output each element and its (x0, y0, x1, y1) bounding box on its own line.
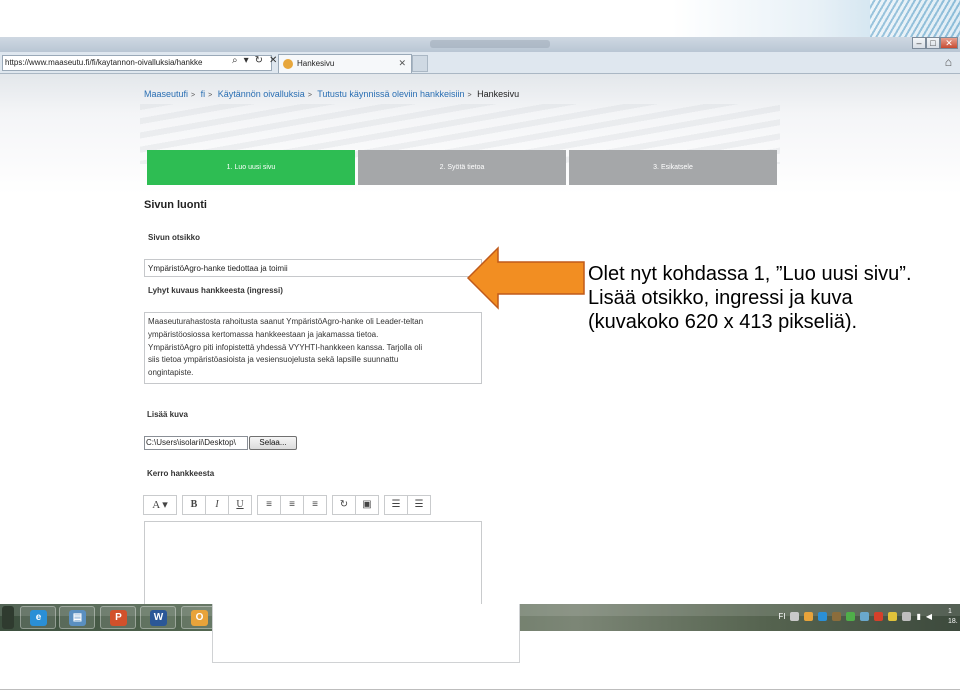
file-path-input[interactable]: C:\Users\isolarii\Desktop\ (144, 436, 248, 450)
ingress-line: ympäristöosiossa kertomassa hankkeestaan… (148, 329, 379, 339)
ingress-textarea[interactable]: Maaseuturahastosta rahoitusta saanut Ymp… (144, 312, 482, 384)
internet-explorer-icon: e (30, 610, 47, 626)
file-explorer-icon: ▤ (69, 610, 86, 626)
editor-lower-area (212, 604, 520, 663)
dropdown-icon[interactable]: ▾ (244, 55, 249, 66)
keyboard-icon[interactable] (790, 612, 800, 621)
outlook-icon: O (191, 610, 208, 626)
ingress-line: siis tietoa ympäristöasioista ja vesiens… (148, 355, 399, 365)
font-menu-button[interactable]: A ▾ (143, 495, 177, 515)
italic-button[interactable]: I (205, 495, 229, 515)
story-editor[interactable] (144, 521, 482, 611)
taskbar-app-file-explorer[interactable]: ▤ (59, 606, 95, 629)
maximize-button[interactable]: □ (926, 37, 940, 49)
window-controls: – □ ✕ (912, 37, 958, 49)
system-tray: FI ▮ ◀ (778, 612, 932, 621)
page-title-input[interactable]: YmpäristöAgro-hanke tiedottaa ja toimii (144, 259, 482, 277)
ingress-line: Maaseuturahastosta rahoitusta saanut Ymp… (148, 317, 424, 326)
clock-date: 18. (948, 618, 958, 625)
start-button[interactable] (2, 606, 14, 629)
file-upload: C:\Users\isolarii\Desktop\ Selaa... (144, 436, 297, 450)
taskbar-app-word[interactable]: W (140, 606, 176, 629)
new-tab-button[interactable] (412, 55, 428, 72)
search-icon[interactable]: ⌕ (232, 55, 238, 66)
taskbar-app-internet-explorer[interactable]: e (20, 606, 56, 629)
slide-footer-line (0, 689, 960, 690)
system-clock[interactable]: 1 18. (948, 607, 960, 627)
volume-icon[interactable]: ◀ (926, 612, 932, 621)
breadcrumb-link[interactable]: Tutustu käynnissä oleviin hankkeisiin (317, 89, 464, 99)
editor-toolbar: A ▾ B I U ≡ ≡ ≡ ↻ ▣ ☰ ☰ (143, 495, 437, 515)
flag-icon[interactable] (888, 612, 898, 621)
breadcrumb-link[interactable]: fi (201, 89, 206, 99)
window-close-button[interactable]: ✕ (940, 37, 958, 49)
align-right-button[interactable]: ≡ (303, 495, 327, 515)
breadcrumb-link[interactable]: Maaseutufi (144, 89, 188, 99)
home-icon[interactable]: ⌂ (945, 55, 952, 69)
bold-button[interactable]: B (182, 495, 206, 515)
battery-icon[interactable] (902, 612, 912, 621)
underline-button[interactable]: U (228, 495, 252, 515)
ingress-label: Lyhyt kuvaus hankkeesta (ingressi) (148, 286, 283, 295)
ingress-line: YmpäristöAgro piti infopistettä yhdessä … (148, 342, 423, 352)
slide: – □ ✕ https://www.maaseutu.fi/fi/kaytann… (0, 0, 960, 694)
callout-text: Olet nyt kohdassa 1, ”Luo uusi sivu”. Li… (588, 263, 912, 333)
tab-title: Hankesivu (297, 59, 335, 68)
align-center-button[interactable]: ≡ (280, 495, 304, 515)
step-enter-info[interactable]: 2. Syötä tietoa (358, 150, 566, 185)
slide-header-decoration (0, 0, 960, 40)
clock-time: 1 (948, 608, 952, 615)
image-label: Lisää kuva (147, 410, 188, 419)
office-icon[interactable] (804, 612, 814, 621)
refresh-icon[interactable]: ↻ (255, 55, 263, 66)
undo-button[interactable]: ↻ (332, 495, 356, 515)
address-bar-actions: ⌕ ▾ ↻ ✕ (232, 55, 277, 66)
insert-image-button[interactable]: ▣ (355, 495, 379, 515)
stop-icon[interactable]: ✕ (269, 55, 277, 66)
title-label: Sivun otsikko (148, 233, 201, 242)
story-label: Kerro hankkeesta (147, 469, 215, 478)
language-indicator[interactable]: FI (778, 612, 785, 621)
taskbar-app-powerpoint[interactable]: P (100, 606, 136, 629)
tray-app-icon[interactable] (832, 612, 842, 621)
alert-icon[interactable] (874, 612, 884, 621)
browser-titlebar (0, 37, 960, 52)
network-icon[interactable] (818, 612, 828, 621)
wifi-icon[interactable] (860, 612, 870, 621)
signal-icon[interactable]: ▮ (916, 612, 920, 621)
word-icon: W (150, 610, 167, 626)
site-favicon-icon (283, 59, 293, 69)
address-bar: https://www.maaseutu.fi/fi/kaytannon-oiv… (0, 52, 960, 74)
progress-steps: 1. Luo uusi sivu 2. Syötä tietoa 3. Esik… (147, 150, 777, 185)
security-icon[interactable] (846, 612, 856, 621)
breadcrumb-link[interactable]: Käytännön oivalluksia (218, 89, 305, 99)
tab-close-icon[interactable]: ✕ (398, 55, 406, 72)
step-preview[interactable]: 3. Esikatsele (569, 150, 777, 185)
align-left-button[interactable]: ≡ (257, 495, 281, 515)
ingress-line: ongintapiste. (148, 368, 194, 378)
section-title: Sivun luonti (144, 199, 207, 211)
minimize-button[interactable]: – (912, 37, 926, 49)
bullet-list-button[interactable]: ☰ (384, 495, 408, 515)
breadcrumb-current: Hankesivu (477, 89, 520, 99)
url-text: https://www.maaseutu.fi/fi/kaytannon-oiv… (5, 58, 203, 67)
numbered-list-button[interactable]: ☰ (407, 495, 431, 515)
step-create-page[interactable]: 1. Luo uusi sivu (147, 150, 355, 185)
callout-arrow (466, 246, 585, 310)
browse-button[interactable]: Selaa... (249, 436, 297, 450)
breadcrumb: Maaseutufi > fi > Käytännön oivalluksia > T… (144, 89, 520, 99)
powerpoint-icon: P (110, 610, 127, 626)
browser-tab[interactable]: Hankesivu ✕ (278, 54, 412, 73)
